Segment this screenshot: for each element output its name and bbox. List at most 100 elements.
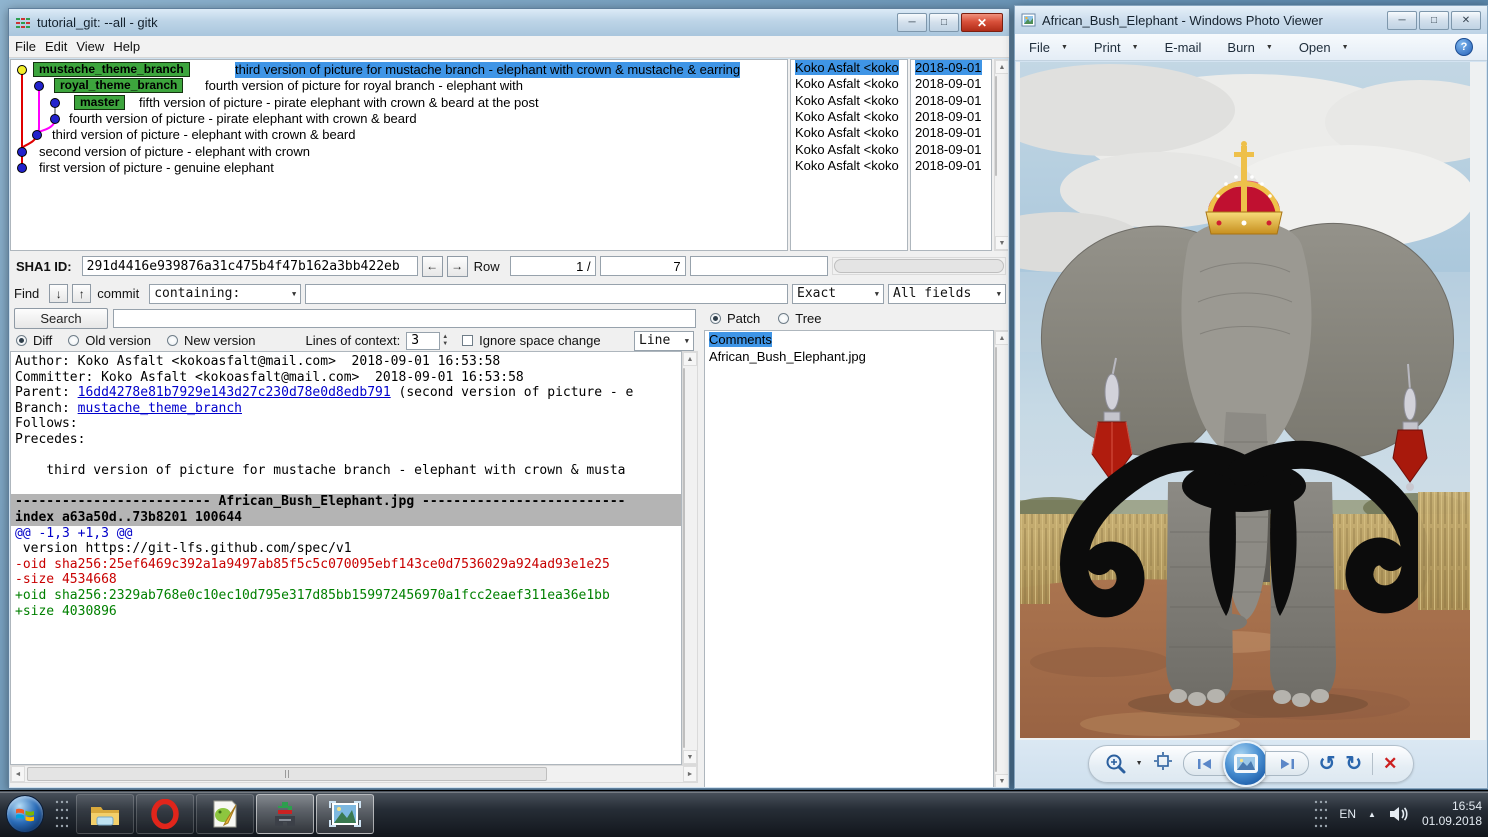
- spin-down-icon[interactable]: ▼: [442, 341, 448, 348]
- row-total-field[interactable]: [599, 256, 686, 276]
- gitk-menu-edit[interactable]: Edit: [45, 37, 76, 56]
- actual-size-button[interactable]: [1153, 751, 1173, 776]
- pv-menu-burn[interactable]: Burn ▼: [1227, 40, 1272, 55]
- taskbar-photo-viewer-button[interactable]: [316, 794, 374, 834]
- lines-of-context-value[interactable]: 3: [406, 331, 441, 350]
- scrollbar-thumb[interactable]: [27, 767, 547, 781]
- taskbar-clock[interactable]: 16:54 01.09.2018: [1422, 799, 1482, 829]
- scrollbar-thumb[interactable]: [995, 76, 997, 176]
- commit-message[interactable]: fourth version of picture - pirate eleph…: [69, 111, 417, 127]
- tree-radio[interactable]: [778, 312, 790, 324]
- gitk-minimize-button[interactable]: ─: [897, 13, 927, 32]
- file-list-pane[interactable]: Comments African_Bush_Elephant.jpg: [704, 330, 994, 787]
- history-back-button[interactable]: ←: [421, 255, 443, 277]
- zoom-button[interactable]: ▼: [1105, 753, 1143, 775]
- commit-row[interactable]: mustache_theme_branch third version of p…: [11, 62, 787, 78]
- previous-button[interactable]: [1182, 751, 1227, 776]
- search-input[interactable]: [113, 308, 696, 328]
- gitk-menu-view[interactable]: View: [76, 37, 113, 56]
- new-version-radio[interactable]: [167, 335, 179, 346]
- scroll-right-icon[interactable]: ►: [683, 766, 697, 782]
- row-extra-field[interactable]: [689, 256, 828, 276]
- spin-up-icon[interactable]: ▲: [442, 334, 448, 341]
- patch-radio[interactable]: [710, 312, 721, 324]
- commit-list-scrollbar[interactable]: ▲ ▼: [994, 59, 1008, 251]
- pv-menu-email[interactable]: E-mail: [1165, 40, 1202, 55]
- details-hscrollbar[interactable]: ◄ ►: [10, 765, 698, 783]
- old-version-radio[interactable]: [68, 335, 80, 346]
- sha1-input[interactable]: [81, 256, 418, 276]
- taskbar-notepadpp-button[interactable]: [196, 794, 254, 834]
- pv-help-button[interactable]: ?: [1455, 38, 1473, 56]
- details-scrollbar[interactable]: ▲ ▼: [682, 351, 698, 765]
- commit-message[interactable]: second version of picture - elephant wit…: [39, 144, 310, 160]
- file-list-scrollbar[interactable]: ▲ ▼: [994, 330, 1008, 787]
- commit-message[interactable]: first version of picture - genuine eleph…: [39, 160, 274, 176]
- pv-close-button[interactable]: ✕: [1451, 10, 1481, 30]
- scroll-down-icon[interactable]: ▼: [995, 236, 1008, 250]
- commit-details-pane[interactable]: Author: Koko Asfalt <kokoasfalt@mail.com…: [10, 351, 682, 765]
- fields-dropdown[interactable]: All fields ▼: [888, 283, 1006, 304]
- delete-button[interactable]: ✕: [1383, 754, 1397, 774]
- branch-label-royal[interactable]: royal_theme_branch: [54, 78, 184, 93]
- branch-label-master[interactable]: master: [74, 95, 126, 110]
- commit-row[interactable]: second version of picture - elephant wit…: [11, 144, 787, 160]
- row-current-field[interactable]: [509, 256, 596, 276]
- commit-row[interactable]: third version of picture - elephant with…: [11, 127, 787, 143]
- commit-list-hscrollbar[interactable]: [831, 257, 1006, 275]
- taskbar-explorer-button[interactable]: [76, 794, 134, 834]
- play-slideshow-button[interactable]: [1222, 740, 1269, 787]
- ignore-space-checkbox[interactable]: [462, 335, 474, 346]
- history-forward-button[interactable]: →: [446, 255, 468, 277]
- rotate-cw-button[interactable]: ↻: [1345, 754, 1362, 774]
- scroll-up-icon[interactable]: ▲: [995, 60, 1008, 74]
- gitk-close-button[interactable]: ✕: [961, 13, 1003, 32]
- match-mode-dropdown[interactable]: Exact ▼: [792, 283, 884, 304]
- find-type-dropdown[interactable]: containing: ▼: [149, 283, 302, 304]
- pv-minimize-button[interactable]: ─: [1387, 10, 1417, 30]
- taskbar-opera-button[interactable]: [136, 794, 194, 834]
- parent-sha-link[interactable]: 16dd4278e81b7929e143d27c230d78e0d8edb791: [78, 385, 391, 400]
- find-next-button[interactable]: ↓: [49, 284, 69, 303]
- line-mode-dropdown[interactable]: Line ▼: [634, 330, 694, 351]
- volume-icon[interactable]: [1388, 805, 1410, 823]
- taskbar-grip[interactable]: [54, 797, 69, 831]
- date-pane[interactable]: 2018-09-01 2018-09-01 2018-09-01 2018-09…: [910, 59, 992, 251]
- taskbar-gitgui-button[interactable]: [256, 794, 314, 834]
- find-text-input[interactable]: [305, 283, 788, 304]
- scroll-down-icon[interactable]: ▼: [683, 750, 697, 764]
- language-indicator[interactable]: EN: [1339, 807, 1356, 821]
- scroll-down-icon[interactable]: ▼: [995, 774, 1008, 787]
- scrollbar-thumb[interactable]: [833, 259, 1005, 273]
- commit-message[interactable]: third version of picture for mustache br…: [235, 62, 741, 78]
- scroll-up-icon[interactable]: ▲: [995, 331, 1008, 345]
- author-pane[interactable]: Koko Asfalt <koko Koko Asfalt <koko Koko…: [790, 59, 908, 251]
- branch-label-mustache[interactable]: mustache_theme_branch: [33, 62, 190, 77]
- commit-row[interactable]: first version of picture - genuine eleph…: [11, 160, 787, 176]
- commit-row[interactable]: master fifth version of picture - pirate…: [11, 95, 787, 111]
- search-button[interactable]: Search: [14, 307, 108, 329]
- photo-viewer-titlebar[interactable]: African_Bush_Elephant - Windows Photo Vi…: [1015, 6, 1487, 34]
- scroll-up-icon[interactable]: ▲: [683, 352, 697, 366]
- pv-maximize-button[interactable]: □: [1419, 10, 1449, 30]
- pv-menu-open[interactable]: Open ▼: [1299, 40, 1349, 55]
- commit-message[interactable]: fifth version of picture - pirate elepha…: [139, 95, 539, 111]
- diff-radio[interactable]: [16, 335, 27, 346]
- commit-message[interactable]: fourth version of picture for royal bran…: [205, 78, 523, 94]
- commit-row[interactable]: fourth version of picture - pirate eleph…: [11, 111, 787, 127]
- scroll-left-icon[interactable]: ◄: [11, 766, 25, 782]
- branch-link[interactable]: mustache_theme_branch: [78, 401, 242, 416]
- gitk-menu-help[interactable]: Help: [113, 37, 149, 56]
- next-button[interactable]: [1264, 751, 1309, 776]
- find-prev-button[interactable]: ↑: [72, 284, 92, 303]
- commit-graph-pane[interactable]: mustache_theme_branch third version of p…: [10, 59, 788, 251]
- file-list-item-comments[interactable]: Comments: [705, 331, 993, 348]
- start-button[interactable]: [6, 795, 44, 833]
- lines-of-context-spinner[interactable]: 3 ▲ ▼: [406, 331, 448, 350]
- rotate-ccw-button[interactable]: ↺: [1319, 754, 1336, 774]
- show-hidden-icons-button[interactable]: ▲: [1368, 810, 1376, 819]
- gitk-menu-file[interactable]: File: [15, 37, 45, 56]
- pv-menu-file[interactable]: File ▼: [1029, 40, 1068, 55]
- gitk-maximize-button[interactable]: □: [929, 13, 959, 32]
- scrollbar-thumb[interactable]: [683, 368, 685, 748]
